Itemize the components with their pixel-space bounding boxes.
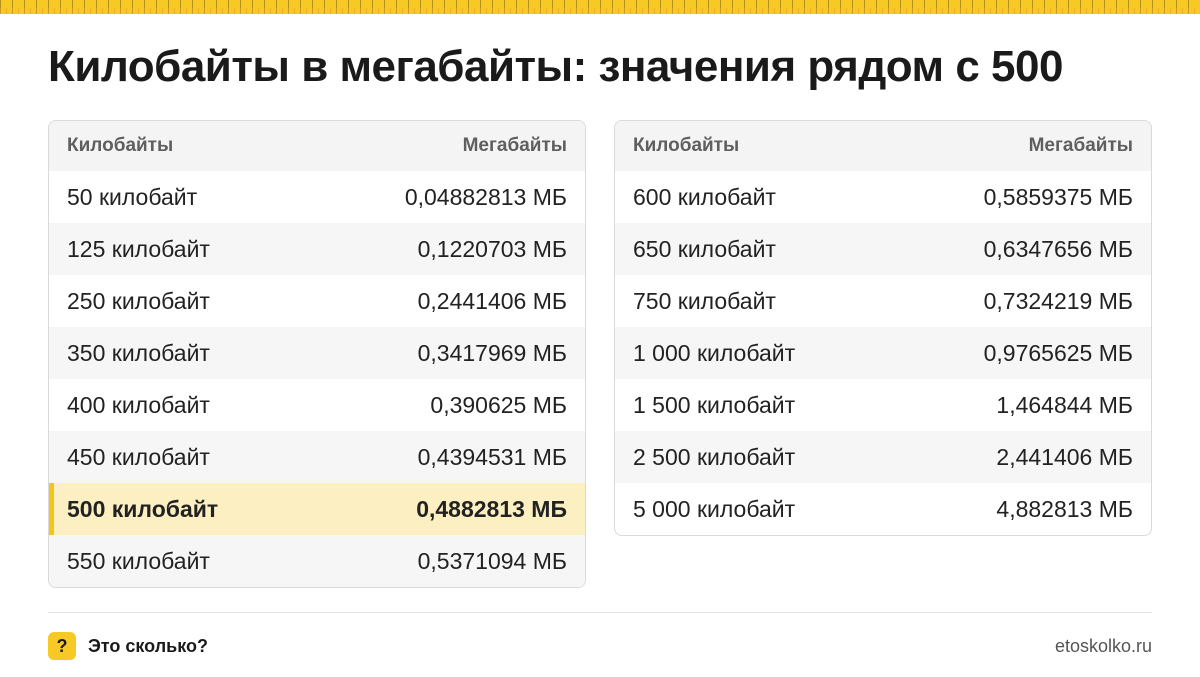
- table-row: 1 000 килобайт 0,9765625 МБ: [615, 327, 1151, 379]
- mb-cell: 0,4882813 МБ: [416, 495, 567, 522]
- table-row: 600 килобайт 0,5859375 МБ: [615, 171, 1151, 223]
- mb-cell: 0,5859375 МБ: [983, 183, 1133, 210]
- kb-cell: 650 килобайт: [633, 235, 776, 262]
- conversion-table-left: Килобайты Мегабайты 50 килобайт 0,0488281…: [48, 120, 586, 588]
- mb-cell: 4,882813 МБ: [996, 495, 1133, 522]
- table-row: 125 килобайт 0,1220703 МБ: [49, 223, 585, 275]
- table-header: Килобайты Мегабайты: [615, 121, 1151, 171]
- mb-cell: 2,441406 МБ: [996, 443, 1133, 470]
- kb-cell: 500 килобайт: [67, 495, 219, 522]
- kb-cell: 550 килобайт: [67, 547, 210, 574]
- table-row: 250 килобайт 0,2441406 МБ: [49, 275, 585, 327]
- mb-cell: 0,3417969 МБ: [417, 339, 567, 366]
- mb-cell: 0,4394531 МБ: [417, 443, 567, 470]
- mb-cell: 0,2441406 МБ: [417, 287, 567, 314]
- mb-cell: 0,04882813 МБ: [404, 183, 567, 210]
- mb-cell: 0,5371094 МБ: [417, 547, 567, 574]
- kb-cell: 1 500 килобайт: [633, 391, 796, 418]
- table-row: 5 000 килобайт 4,882813 МБ: [615, 483, 1151, 535]
- kb-cell: 350 килобайт: [67, 339, 210, 366]
- mb-cell: 0,390625 МБ: [430, 391, 567, 418]
- kb-cell: 5 000 килобайт: [633, 495, 796, 522]
- ruler-strip: [0, 0, 1200, 14]
- site-url[interactable]: etoskolko.ru: [1055, 636, 1152, 657]
- table-row: 650 килобайт 0,6347656 МБ: [615, 223, 1151, 275]
- kb-cell: 400 килобайт: [67, 391, 210, 418]
- table-row: 400 килобайт 0,390625 МБ: [49, 379, 585, 431]
- mb-cell: 0,7324219 МБ: [983, 287, 1133, 314]
- table-row: 550 килобайт 0,5371094 МБ: [49, 535, 585, 587]
- header-megabytes: Мегабайты: [462, 135, 567, 156]
- table-row: 50 килобайт 0,04882813 МБ: [49, 171, 585, 223]
- table-row: 2 500 килобайт 2,441406 МБ: [615, 431, 1151, 483]
- mb-cell: 0,1220703 МБ: [417, 235, 567, 262]
- conversion-table-right: Килобайты Мегабайты 600 килобайт 0,585937…: [614, 120, 1152, 536]
- kb-cell: 750 килобайт: [633, 287, 776, 314]
- table-row: 750 килобайт 0,7324219 МБ: [615, 275, 1151, 327]
- kb-cell: 2 500 килобайт: [633, 443, 796, 470]
- kb-cell: 250 килобайт: [67, 287, 210, 314]
- kb-cell: 600 килобайт: [633, 183, 776, 210]
- header-kilobytes: Килобайты: [633, 135, 740, 156]
- mb-cell: 0,9765625 МБ: [983, 339, 1133, 366]
- mb-cell: 0,6347656 МБ: [983, 235, 1133, 262]
- page-title: Килобайты в мегабайты: значения рядом с …: [48, 42, 1063, 91]
- table-row: 1 500 килобайт 1,464844 МБ: [615, 379, 1151, 431]
- footer-divider: [48, 612, 1152, 613]
- kb-cell: 50 килобайт: [67, 183, 198, 210]
- kb-cell: 450 килобайт: [67, 443, 210, 470]
- table-header: Килобайты Мегабайты: [49, 121, 585, 171]
- header-kilobytes: Килобайты: [67, 135, 174, 156]
- table-row: 450 килобайт 0,4394531 МБ: [49, 431, 585, 483]
- mb-cell: 1,464844 МБ: [996, 391, 1133, 418]
- brand-name: Это сколько?: [88, 636, 208, 656]
- kb-cell: 1 000 килобайт: [633, 339, 796, 366]
- table-row-highlighted: 500 килобайт 0,4882813 МБ: [49, 483, 585, 535]
- table-row: 350 килобайт 0,3417969 МБ: [49, 327, 585, 379]
- header-megabytes: Мегабайты: [1028, 135, 1133, 156]
- question-mark-icon: ?: [48, 632, 76, 660]
- kb-cell: 125 килобайт: [67, 235, 210, 262]
